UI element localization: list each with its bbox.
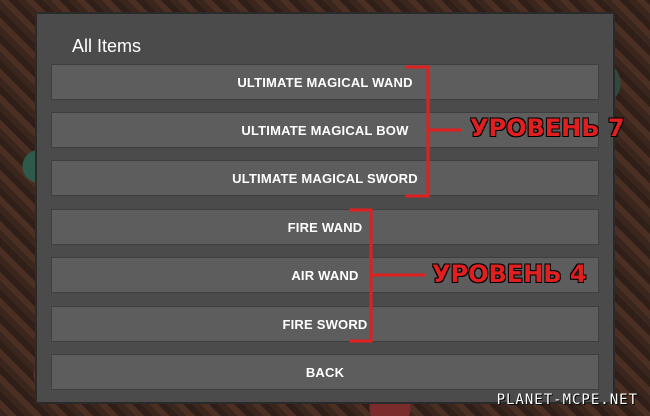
level-4-label: УРОВЕНЬ 4 <box>432 260 587 288</box>
bracket-level-4 <box>349 208 425 343</box>
level-7-label: УРОВЕНЬ 7 <box>470 114 625 142</box>
bracket-level-7 <box>405 65 462 198</box>
annotation-overlay <box>349 65 462 343</box>
watermark: PLANET-MCPE.NET <box>496 392 638 408</box>
